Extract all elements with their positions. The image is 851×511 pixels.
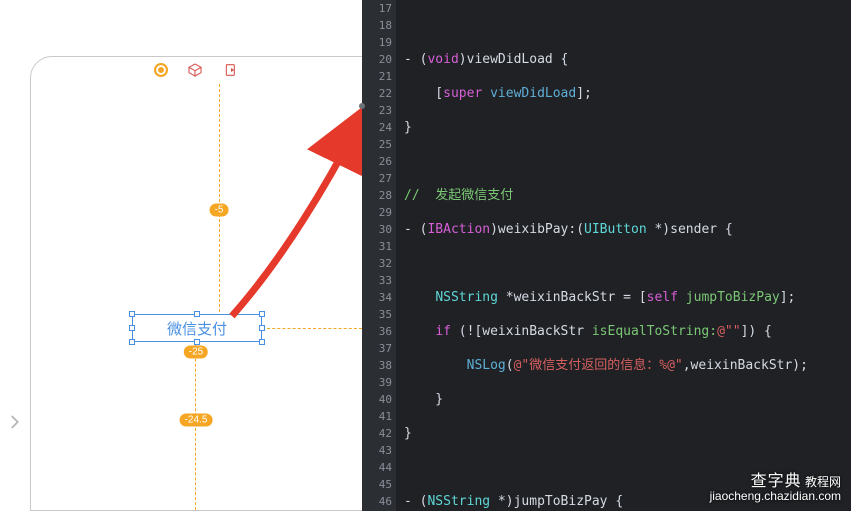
code-text: )viewDidLoad { [459,52,569,67]
line-number: 29 [362,204,392,221]
method: isEqualToString: [592,324,717,339]
line-number: 33 [362,272,392,289]
selection-handle[interactable] [129,325,135,331]
function: NSLog [467,358,506,373]
line-number: 20 [362,51,392,68]
code-text: )weixibPay:( [490,222,584,237]
line-number: 32 [362,255,392,272]
line-number: 37 [362,340,392,357]
code-text: ,weixinBackStr); [683,358,808,373]
type: NSString [435,290,498,305]
line-number: 36 [362,323,392,340]
line-number: 30 [362,221,392,238]
line-number: 25 [362,136,392,153]
code-text: *)jumpToBizPay { [490,494,623,509]
code-text: ]) { [741,324,772,339]
line-number: 22 [362,85,392,102]
code-editor[interactable]: 1718192021222324252627282930313233343536… [362,0,851,511]
line-number: 28 [362,187,392,204]
line-number: 42 [362,425,392,442]
line-number: 41 [362,408,392,425]
comment: // 发起微信支付 [404,188,513,203]
toolbar-3d-icon[interactable] [186,61,204,79]
line-number: 46 [362,493,392,510]
keyword: void [427,52,458,67]
line-number: 35 [362,306,392,323]
ib-toolbar [30,56,364,84]
code-text: *weixinBackStr = [ [498,290,647,305]
keyword: super [443,86,482,101]
selection-handle[interactable] [259,339,265,345]
method: jumpToBizPay [686,290,780,305]
line-number: 17 [362,0,392,17]
line-number: 26 [362,153,392,170]
watermark-sub: 教程网 [805,475,841,489]
type: UIButton [584,222,647,237]
line-number: 24 [362,119,392,136]
layout-guide-horizontal [262,328,362,329]
wechat-pay-button-label: 微信支付 [167,318,227,339]
device-canvas[interactable] [30,56,364,511]
watermark-brand: 查字典 [751,473,802,490]
metric-badge: -5 [210,204,229,217]
line-number: 18 [362,17,392,34]
selection-handle[interactable] [129,339,135,345]
line-number: 39 [362,374,392,391]
selection-handle[interactable] [259,325,265,331]
line-number: 23 [362,102,392,119]
string: @"" [717,324,740,339]
selection-handle[interactable] [259,311,265,317]
type: NSString [427,494,490,509]
selection-handle[interactable] [129,311,135,317]
line-number: 40 [362,391,392,408]
pane-collapse-arrow-icon[interactable] [4,408,26,436]
string: @"微信支付返回的信息：%@" [514,358,683,373]
toolbar-export-icon[interactable] [222,61,240,79]
code-text: ( [506,358,514,373]
code-area[interactable]: - (void)viewDidLoad { [super viewDidLoad… [396,0,851,511]
method: viewDidLoad [490,86,576,101]
selection-handle[interactable] [194,311,200,317]
metric-badge: -25 [184,346,208,359]
line-number-gutter: 1718192021222324252627282930313233343536… [362,0,396,511]
metric-badge: -24.5 [180,414,213,427]
keyword: IBAction [427,222,490,237]
line-number: 43 [362,442,392,459]
layout-guide-vertical [219,84,220,312]
watermark-url: jiaocheng.chazidian.com [710,489,841,503]
interface-builder-pane: -5 -25 -24.5 微信支付 [0,0,362,511]
line-number: 34 [362,289,392,306]
code-text: ]; [780,290,796,305]
wechat-pay-button[interactable]: 微信支付 [132,314,262,342]
breakpoint-marker-icon[interactable] [359,103,365,109]
toolbar-circle-icon[interactable] [154,63,168,77]
line-number: 38 [362,357,392,374]
line-number: 45 [362,476,392,493]
code-text: *)sender { [647,222,733,237]
line-number: 44 [362,459,392,476]
line-number: 21 [362,68,392,85]
watermark: 查字典 教程网 jiaocheng.chazidian.com [710,475,841,503]
keyword: if [435,324,451,339]
selection-handle[interactable] [194,339,200,345]
line-number: 27 [362,170,392,187]
line-number: 19 [362,34,392,51]
line-number: 31 [362,238,392,255]
layout-guide-vertical [195,344,196,510]
keyword: self [647,290,678,305]
code-text: (![weixinBackStr [451,324,592,339]
